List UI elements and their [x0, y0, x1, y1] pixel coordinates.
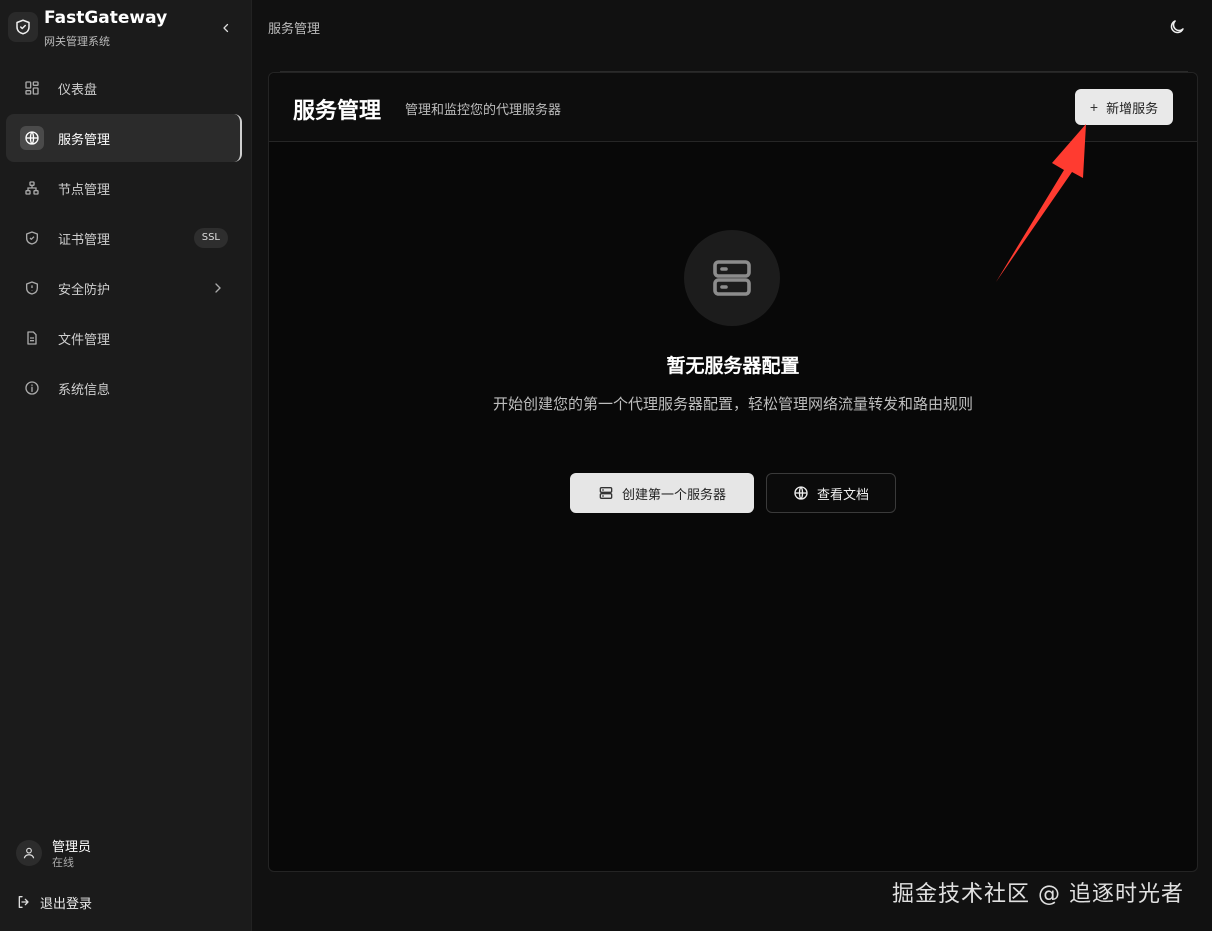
create-first-server-button[interactable]: 创建第一个服务器 [570, 473, 754, 513]
shield-icon [20, 276, 44, 300]
logout-label: 退出登录 [40, 896, 93, 912]
chevron-left-icon [223, 23, 229, 33]
server-icon [599, 487, 613, 499]
page-title: 服务管理 [293, 99, 382, 124]
sidebar-item-label: 系统信息 [58, 382, 111, 398]
view-docs-label: 查看文档 [816, 486, 869, 502]
sidebar-item-certificates[interactable]: 证书管理 SSL [6, 214, 242, 262]
ssl-badge: SSL [193, 228, 228, 248]
user-name: 管理员 [52, 840, 92, 855]
brand-title: FastGateway [44, 8, 168, 28]
globe-icon [20, 126, 44, 150]
info-icon [20, 376, 44, 400]
sidebar-item-label: 文件管理 [58, 332, 111, 348]
user-status: 在线 [52, 856, 74, 869]
moon-icon [1170, 20, 1184, 34]
brand: FastGateway 网关管理系统 [8, 8, 244, 50]
add-service-label: 新增服务 [1106, 100, 1159, 116]
shield-icon [8, 12, 38, 42]
sidebar-item-label: 证书管理 [58, 232, 111, 248]
sidebar-item-security[interactable]: 安全防护 [6, 264, 242, 312]
file-icon [20, 326, 44, 350]
sidebar-item-nodes[interactable]: 节点管理 [6, 164, 242, 212]
brand-subtitle: 网关管理系统 [44, 35, 110, 48]
theme-toggle-button[interactable] [1166, 16, 1188, 38]
sidebar-item-system-info[interactable]: 系统信息 [6, 364, 242, 412]
watermark: 掘金技术社区 @ 追逐时光者 [892, 882, 1184, 907]
globe-icon [794, 486, 808, 500]
empty-state-title: 暂无服务器配置 [666, 355, 800, 377]
collapse-sidebar-button[interactable] [216, 18, 236, 38]
empty-state-description: 开始创建您的第一个代理服务器配置，轻松管理网络流量转发和路由规则 [493, 395, 974, 413]
user-icon [16, 840, 42, 866]
view-docs-button[interactable]: 查看文档 [766, 473, 896, 513]
logout-icon [18, 896, 29, 908]
annotation-arrow [996, 124, 1086, 282]
server-icon [684, 230, 780, 326]
chevron-right-icon [215, 283, 221, 293]
logout-button[interactable]: 退出登录 [16, 890, 92, 914]
shield-check-icon [20, 226, 44, 250]
sidebar-nav: 仪表盘 服务管理 节点管理 证书管理 SSL 安全防护 文件管理 系统信息 [6, 64, 242, 414]
sidebar-item-dashboard[interactable]: 仪表盘 [6, 64, 242, 112]
sidebar-item-label: 仪表盘 [58, 82, 98, 98]
nodes-icon [20, 176, 44, 200]
sidebar: FastGateway 网关管理系统 仪表盘 服务管理 节点管理 证书管理 SS… [0, 0, 252, 931]
breadcrumb: 服务管理 [268, 22, 321, 37]
sidebar-item-label: 节点管理 [58, 182, 111, 198]
sidebar-item-label: 安全防护 [58, 282, 111, 298]
page-description: 管理和监控您的代理服务器 [405, 103, 562, 118]
dashboard-icon [20, 76, 44, 100]
sidebar-item-label: 服务管理 [58, 132, 111, 148]
create-first-server-label: 创建第一个服务器 [621, 486, 726, 502]
user-profile[interactable]: 管理员 在线 [16, 836, 236, 872]
sidebar-item-files[interactable]: 文件管理 [6, 314, 242, 362]
sidebar-item-services[interactable]: 服务管理 [6, 114, 242, 162]
